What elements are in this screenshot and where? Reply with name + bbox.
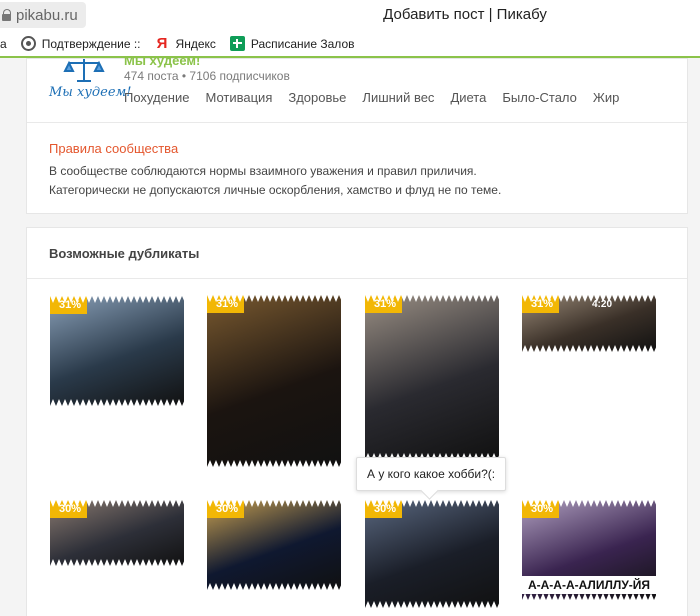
torn-edge [207,583,341,590]
torn-edge [522,500,656,507]
tag-link[interactable]: Мотивация [205,90,272,105]
rules-text: Категорически не допускаются личные оско… [49,183,502,197]
community-tags: Похудение Мотивация Здоровье Лишний вес … [124,90,635,105]
duplicate-thumbnail[interactable]: 31% [365,295,499,460]
bookmark-yandex[interactable]: Я Яндекс [155,36,216,51]
rules-title: Правила сообщества [49,141,179,156]
divider [27,278,687,279]
tag-link[interactable]: Было-Стало [502,90,577,105]
tag-link[interactable]: Здоровье [288,90,346,105]
community-card: Мы худеем! Мы худеем! 474 поста • 7106 п… [26,53,688,214]
tag-link[interactable]: Лишний вес [362,90,434,105]
logo-text: Мы худеем! [49,85,132,100]
torn-edge [50,296,184,303]
community-stats: 474 поста • 7106 подписчиков [124,69,290,83]
duplicate-thumbnail[interactable]: 30% [365,500,499,608]
bookmark-label: Расписание Залов [250,36,355,51]
torn-edge [365,295,499,302]
wheel-icon [20,36,36,51]
tag-link[interactable]: Диета [450,90,486,105]
sheets-icon [229,36,245,51]
torn-edge [365,601,499,608]
bookmark-confirmation[interactable]: Подтверждение :: [20,36,141,51]
meme-caption: А-А-А-А-АЛИЛЛУ-ЙЯ [522,576,656,594]
torn-edge [207,500,341,507]
torn-edge [522,593,656,600]
bookmark-label: Подтверждение :: [41,36,141,51]
torn-edge [50,500,184,507]
window-title: Добавить пост | Пикабу [0,6,700,23]
duplicates-title: Возможные дубликаты [49,246,200,261]
duplicate-thumbnail[interactable]: 31% [50,296,184,406]
divider [27,122,687,123]
yandex-icon: Я [156,35,168,52]
bookmark-truncated[interactable]: а [0,37,7,51]
torn-edge [207,295,341,302]
torn-edge [50,399,184,406]
post-tooltip: А у кого какое хобби?(: [356,457,506,491]
tag-link[interactable]: Похудение [124,90,189,105]
bookmark-label: а [0,36,7,51]
bookmarks-bar: а Подтверждение :: Я Яндекс Расписание З… [0,31,700,58]
torn-edge [522,295,656,302]
duplicate-thumbnail[interactable]: 30% [207,500,341,590]
bookmark-schedule[interactable]: Расписание Залов [229,36,355,51]
torn-edge [207,460,341,467]
window-title-text: Добавить пост | Пикабу [383,6,547,23]
duplicate-thumbnail[interactable]: 31% 4:20 [522,295,656,352]
rules-text: В сообществе соблюдаются нормы взаимного… [49,164,477,178]
community-name[interactable]: Мы худеем! [124,53,200,68]
duplicate-thumbnail[interactable]: 31% [207,295,341,467]
duplicate-thumbnail[interactable]: 30% [50,500,184,566]
torn-edge [522,345,656,352]
torn-edge [365,500,499,507]
browser-top-bar: pikabu.ru Добавить пост | Пикабу [0,0,700,31]
bookmark-label: Яндекс [175,36,216,51]
torn-edge [50,559,184,566]
tag-link[interactable]: Жир [593,90,620,105]
duplicate-thumbnail[interactable]: 30% А-А-А-А-АЛИЛЛУ-ЙЯ [522,500,656,600]
